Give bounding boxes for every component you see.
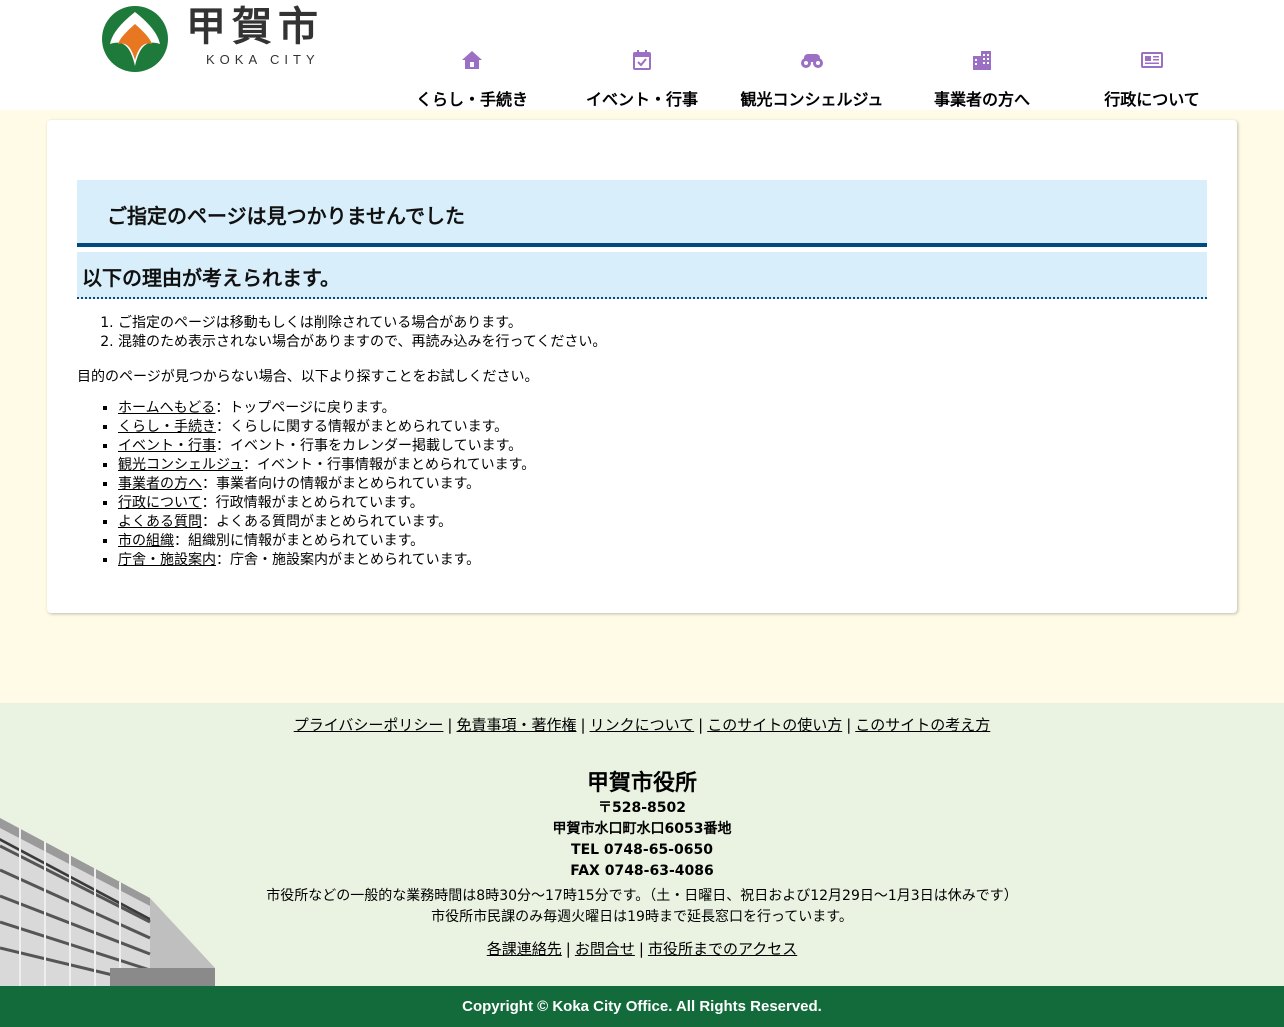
list-item: ご指定のページは移動もしくは削除されている場合があります。 [118,314,606,333]
nav-label: くらし・手続き [415,90,528,109]
nav-label: 観光コンシェルジュ [740,90,884,109]
calendar-check-icon [633,50,651,70]
postal-code: 〒528-8502 [598,800,686,816]
list-item: 混雑のため表示されない場合がありますので、再読み込みを行ってください。 [118,333,606,352]
nav-label: 行政について [1104,90,1200,109]
copyright: Copyright © Koka City Office. All Rights… [0,986,1284,1027]
street-address: 甲賀市水口町水口6053番地 [552,821,732,837]
link-jigyosha[interactable]: 事業者の方へ [118,476,202,492]
business-hours: 市役所などの一般的な業務時間は8時30分～17時15分です。（土・日曜日、祝日お… [266,888,1018,925]
nav-item-jigyosha[interactable]: 事業者の方へ [897,44,1067,110]
city-emblem-icon [102,6,168,72]
house-icon [462,51,482,69]
list-item: ホームへもどる：トップページに戻ります。 [118,399,535,418]
nav-item-kanko[interactable]: 観光コンシェルジュ [727,44,897,110]
link-disclaimer[interactable]: 免責事項・著作権 [456,716,576,734]
list-item: 庁舎・施設案内：庁舎・施設案内がまとめられています。 [118,551,535,570]
office-name: 甲賀市役所 [586,771,697,796]
nav-item-event[interactable]: イベント・行事 [557,44,727,110]
link-event[interactable]: イベント・行事 [118,438,216,454]
contact-links: 各課連絡先 | お問合せ | 市役所までのアクセス [486,940,798,958]
link-faq[interactable]: よくある質問 [118,514,202,530]
logo-sub: KOKA CITY [206,52,320,67]
page-title-box: ご指定のページは見つかりませんでした [77,180,1207,247]
subtitle-box: 以下の理由が考えられます。 [77,252,1207,299]
nav-label: 事業者の方へ [933,90,1030,109]
building-icon [973,51,991,70]
section-heading: 以下の理由が考えられます。 [82,266,340,290]
link-home[interactable]: ホームへもどる [118,400,215,416]
list-item: イベント・行事：イベント・行事をカレンダー掲載しています。 [118,437,535,456]
link-howto[interactable]: このサイトの使い方 [707,716,842,734]
logo-name: 甲賀市 [186,4,324,50]
site-header: 甲賀市 KOKA CITY くらし・手続き イベント・行事 観光コンシェルジュ [0,0,1284,110]
link-organization[interactable]: 市の組織 [118,533,174,549]
site-logo[interactable]: 甲賀市 KOKA CITY [100,4,340,74]
binoculars-icon [801,54,823,68]
newspaper-icon [1141,52,1163,68]
telephone: TEL 0748-65-0650 [571,842,713,858]
link-departments[interactable]: 各課連絡先 [487,940,562,958]
nav-item-kurashi[interactable]: くらし・手続き [387,44,557,110]
list-item: 行政について：行政情報がまとめられています。 [118,494,535,513]
link-kanko[interactable]: 観光コンシェルジュ [118,457,243,473]
link-facilities[interactable]: 庁舎・施設案内 [118,552,216,568]
fax: FAX 0748-63-4086 [570,863,714,879]
suggested-links: ホームへもどる：トップページに戻ります。 くらし・手続き：くらしに関する情報がま… [77,399,535,570]
site-footer: プライバシーポリシー | 免責事項・著作権 | リンクについて | このサイトの使い方 | この… [0,703,1284,986]
link-gyosei[interactable]: 行政について [118,495,202,511]
main-content: ご指定のページは見つかりませんでした 以下の理由が考えられます。 ご指定のページ… [47,120,1237,613]
link-privacy[interactable]: プライバシーポリシー [294,716,444,734]
list-item: 事業者の方へ：事業者向けの情報がまとめられています。 [118,475,535,494]
list-item: くらし・手続き：くらしに関する情報がまとめられています。 [118,418,535,437]
link-inquiry[interactable]: お問合せ [575,940,635,958]
list-item: 市の組織：組織別に情報がまとめられています。 [118,532,535,551]
nav-item-gyosei[interactable]: 行政について [1067,44,1237,110]
page-title: ご指定のページは見つかりませんでした [107,204,465,228]
footer-links: プライバシーポリシー | 免責事項・著作権 | リンクについて | このサイトの使い方 | この… [293,716,991,734]
link-kurashi[interactable]: くらし・手続き [118,419,216,435]
reasons-list: ご指定のページは移動もしくは削除されている場合があります。 混雑のため表示されな… [77,314,606,352]
hint-text: 目的のページが見つからない場合、以下より探すことをお試しください。 [77,369,539,385]
link-access[interactable]: 市役所までのアクセス [648,940,797,958]
nav-label: イベント・行事 [585,90,698,109]
list-item: 観光コンシェルジュ：イベント・行事情報がまとめられています。 [118,456,535,475]
office-address: 〒528-8502 甲賀市水口町水口6053番地 TEL 0748-65-065… [0,798,1284,882]
global-nav: くらし・手続き イベント・行事 観光コンシェルジュ 事業者の方へ 行政について [387,44,1237,110]
link-linkpolicy[interactable]: リンクについて [590,716,695,734]
link-concept[interactable]: このサイトの考え方 [855,716,990,734]
list-item: よくある質問：よくある質問がまとめられています。 [118,513,535,532]
